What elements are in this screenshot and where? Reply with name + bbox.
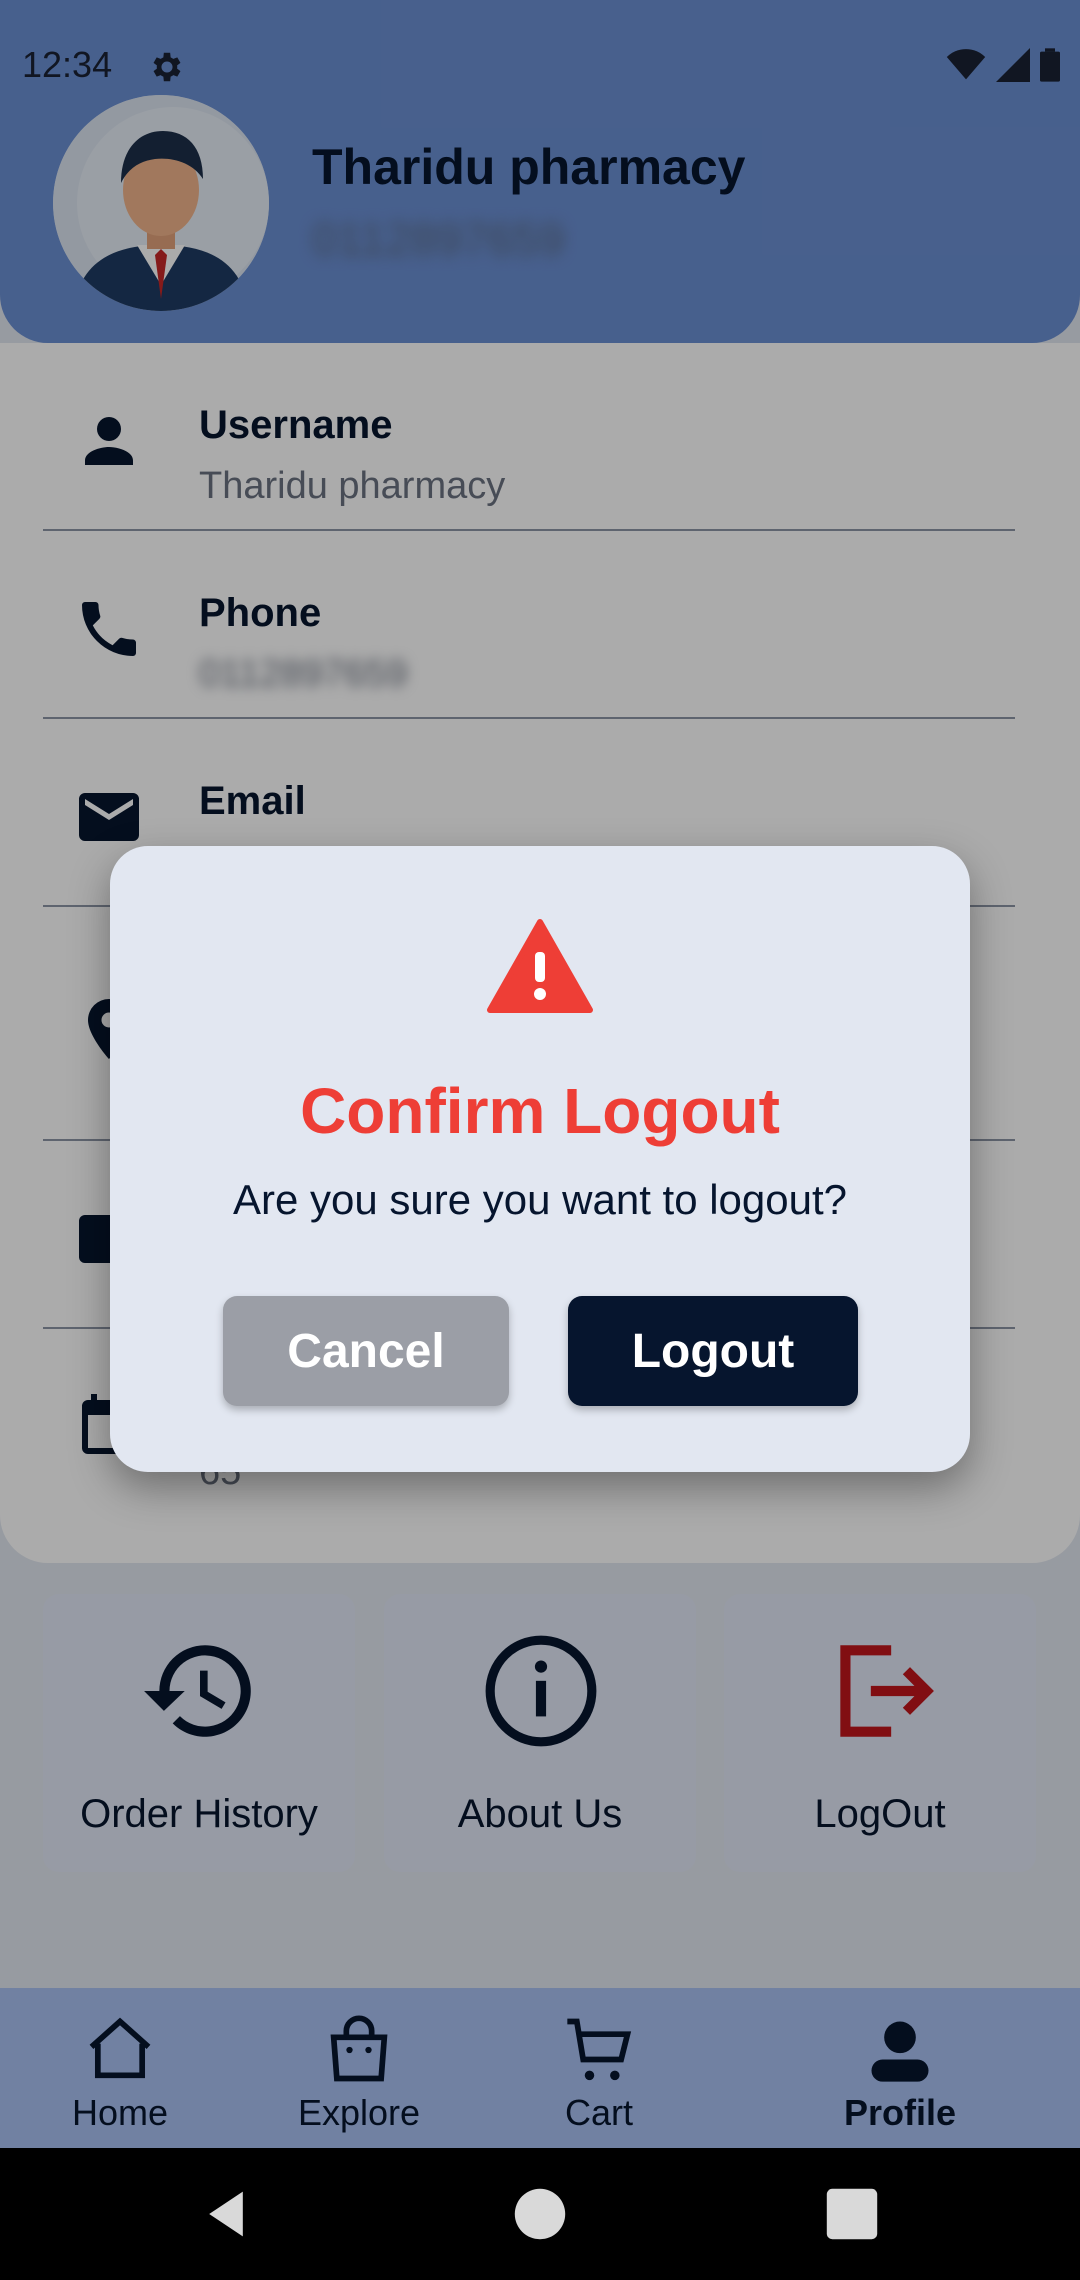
recents-icon[interactable] — [824, 2186, 880, 2242]
warning-icon — [487, 919, 593, 1013]
cancel-button[interactable]: Cancel — [223, 1296, 509, 1406]
back-icon[interactable] — [198, 2186, 254, 2242]
logout-confirm-dialog: Confirm Logout Are you sure you want to … — [110, 846, 970, 1472]
system-navigation-bar — [0, 2148, 1080, 2280]
dialog-message: Are you sure you want to logout? — [232, 1176, 848, 1223]
logout-button[interactable]: Logout — [568, 1296, 858, 1406]
home-button-icon[interactable] — [512, 2186, 568, 2242]
dialog-title: Confirm Logout — [300, 1075, 780, 1147]
